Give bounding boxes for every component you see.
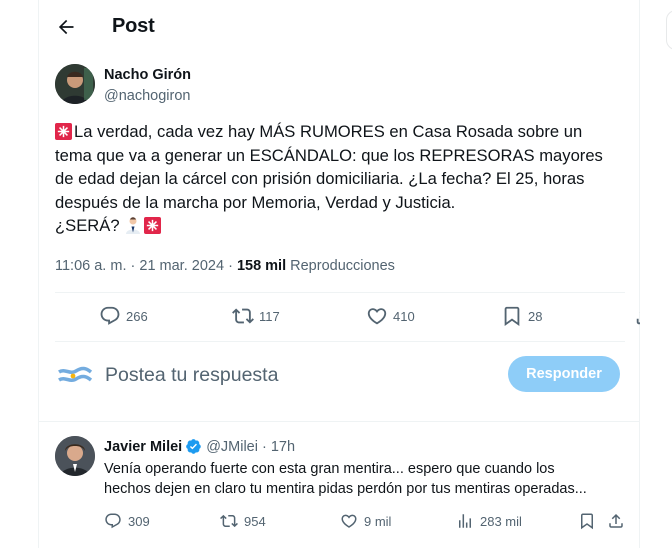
reply-time[interactable]: 17h bbox=[271, 439, 295, 455]
reply-author-name[interactable]: Javier Milei bbox=[104, 439, 182, 455]
reply-views-count: 283 mil bbox=[480, 513, 522, 529]
reply-like-button[interactable]: 9 mil bbox=[340, 512, 391, 530]
bookmark-button[interactable]: 28 bbox=[501, 305, 542, 327]
main-column: Post Nacho Girón @nachogiron La verdad, … bbox=[38, 0, 659, 548]
avatar[interactable] bbox=[55, 358, 95, 398]
post-line-1: La verdad, cada vez hay MÁS RUMORES en C… bbox=[74, 122, 583, 141]
meta-separator: · bbox=[228, 258, 233, 274]
post-date[interactable]: 21 mar. 2024 bbox=[139, 258, 224, 274]
siren-icon bbox=[144, 217, 162, 234]
reply-repost-button[interactable]: 954 bbox=[220, 512, 266, 530]
reply-dot: · bbox=[261, 438, 267, 455]
views-count: 158 mil bbox=[236, 258, 287, 274]
back-arrow-icon bbox=[58, 19, 74, 35]
reply-repost-count: 954 bbox=[244, 513, 266, 529]
right-sidebar-edge bbox=[640, 0, 672, 548]
bookmark-icon bbox=[504, 306, 520, 327]
repost-button[interactable]: 117 bbox=[232, 305, 280, 327]
page-title: Post bbox=[112, 15, 155, 37]
reply-icon bbox=[100, 306, 120, 325]
post-actions: 266 117 410 28 bbox=[55, 293, 654, 341]
reply-composer: Postea tu respuesta Responder bbox=[55, 352, 625, 404]
meta-separator: · bbox=[130, 258, 136, 274]
flag-avatar-image bbox=[55, 358, 95, 398]
reply-submit-button[interactable]: Responder bbox=[508, 356, 620, 392]
avatar-image bbox=[55, 64, 95, 104]
page-header: Post bbox=[39, 0, 639, 53]
avatar-image bbox=[55, 436, 95, 476]
bookmark-count: 28 bbox=[528, 308, 543, 324]
repost-icon bbox=[220, 514, 238, 528]
like-icon bbox=[367, 308, 387, 325]
siren-icon bbox=[55, 123, 72, 140]
post-text: La verdad, cada vez hay MÁS RUMORES en C… bbox=[55, 120, 625, 238]
reply-button[interactable]: 266 bbox=[99, 305, 148, 327]
reply-bookmark-button[interactable] bbox=[578, 512, 596, 530]
verified-badge-icon bbox=[186, 439, 201, 454]
post-author: Nacho Girón @nachogiron bbox=[55, 64, 659, 108]
bookmark-icon bbox=[581, 513, 593, 530]
views-label: Reproducciones bbox=[290, 258, 395, 274]
reply-line-1: Venía operando fuerte con esta gran ment… bbox=[104, 461, 555, 477]
reply-reply-button[interactable]: 309 bbox=[104, 512, 150, 530]
author-handle[interactable]: @nachogiron bbox=[104, 88, 190, 104]
views-icon bbox=[459, 514, 471, 528]
reply-like-count: 9 mil bbox=[364, 513, 392, 529]
sidebar-peek bbox=[666, 10, 672, 50]
like-icon bbox=[341, 514, 357, 528]
reply-icon bbox=[105, 513, 121, 529]
reply-input[interactable]: Postea tu respuesta bbox=[105, 364, 278, 387]
like-button[interactable]: 410 bbox=[366, 305, 415, 327]
reply-header: Javier Milei @JMilei · 17h bbox=[104, 438, 295, 455]
reply-tweet[interactable]: Javier Milei @JMilei · 17h Venía operand… bbox=[55, 434, 659, 548]
share-icon bbox=[609, 513, 623, 528]
like-count: 410 bbox=[393, 308, 415, 324]
avatar[interactable] bbox=[55, 436, 95, 476]
reply-actions: 309 954 9 mil 283 mil bbox=[104, 508, 625, 536]
reply-reply-count: 309 bbox=[128, 513, 150, 529]
reply-line-2: hechos dejen en claro tu mentira pidas p… bbox=[104, 481, 587, 497]
post-meta: 11:06 a. m. · 21 mar. 2024 · 158 mil Rep… bbox=[55, 258, 395, 274]
repost-icon bbox=[232, 308, 254, 324]
post-line-3: de edad dejan la cárcel con prisión domi… bbox=[55, 169, 585, 188]
back-button[interactable] bbox=[49, 10, 83, 44]
avatar[interactable] bbox=[55, 64, 95, 104]
post-time[interactable]: 11:06 a. m. bbox=[55, 258, 126, 274]
reply-count: 266 bbox=[126, 308, 148, 324]
reply-author-handle[interactable]: @JMilei bbox=[206, 439, 258, 455]
post-line-5: ¿SERÁ? bbox=[55, 216, 120, 235]
divider bbox=[39, 421, 639, 422]
reply-text: Venía operando fuerte con esta gran ment… bbox=[104, 459, 624, 499]
reply-views-button[interactable]: 283 mil bbox=[456, 512, 522, 530]
person-icon bbox=[126, 217, 141, 234]
repost-count: 117 bbox=[259, 308, 280, 324]
divider bbox=[55, 341, 625, 342]
post-line-4: después de la marcha por Memoria, Verdad… bbox=[55, 192, 456, 212]
author-name[interactable]: Nacho Girón bbox=[104, 67, 191, 83]
post-line-2: tema que va a generar un ESCÁNDALO: que … bbox=[55, 145, 603, 165]
reply-share-button[interactable] bbox=[607, 512, 625, 530]
